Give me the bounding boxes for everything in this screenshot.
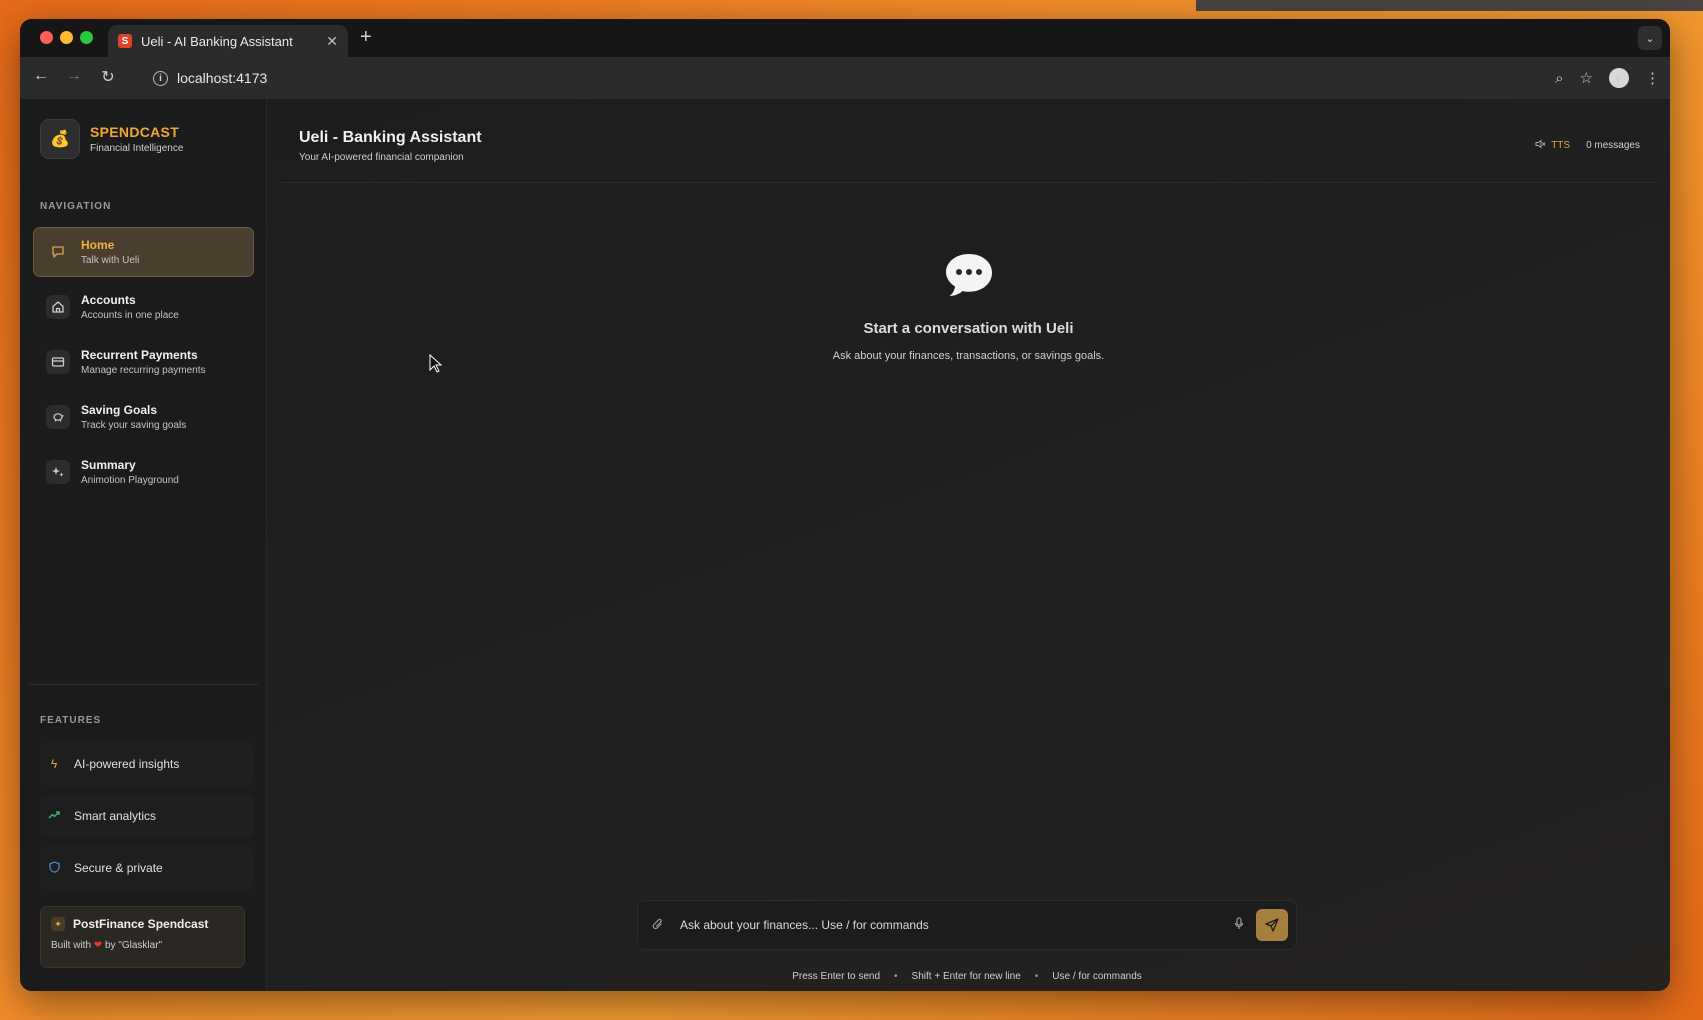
app-container: 💰 SPENDCAST Financial Intelligence NAVIG… (20, 99, 1670, 991)
tts-label: TTS (1551, 140, 1571, 151)
minimize-window-button[interactable] (60, 31, 73, 44)
paperclip-icon[interactable] (652, 917, 668, 934)
feature-label: AI-powered insights (74, 757, 180, 771)
navigation-label: NAVIGATION (40, 201, 112, 212)
speaker-icon (1535, 139, 1546, 152)
message-count: 0 messages (1586, 140, 1640, 151)
favicon-icon: S (118, 34, 132, 48)
nav-subtitle: Track your saving goals (81, 420, 187, 431)
page-subtitle: Your AI-powered financial companion (299, 152, 464, 163)
money-bag-icon: 💰 (40, 119, 80, 159)
sidebar-item-saving-goals[interactable]: Saving Goals Track your saving goals (33, 392, 254, 442)
sidebar: 💰 SPENDCAST Financial Intelligence NAVIG… (20, 99, 267, 991)
shield-icon (47, 860, 61, 876)
feature-label: Secure & private (74, 861, 163, 875)
feature-label: Smart analytics (74, 809, 157, 823)
lightning-icon: ϟ (50, 757, 58, 771)
footer-title: PostFinance Spendcast (73, 917, 209, 931)
feature-item: ϟ AI-powered insights (40, 742, 254, 786)
empty-state-subtitle: Ask about your finances, transactions, o… (832, 350, 1105, 362)
nav-subtitle: Animotion Playground (81, 475, 179, 486)
empty-state-title: Start a conversation with Ueli (863, 320, 1074, 337)
header-actions: TTS 0 messages (1535, 139, 1640, 152)
nav-title: Accounts (81, 293, 136, 307)
main-panel: Ueli - Banking Assistant Your AI-powered… (267, 99, 1670, 991)
trend-up-icon (47, 809, 61, 823)
nav-subtitle: Talk with Ueli (81, 255, 140, 266)
browser-window: S Ueli - AI Banking Assistant ✕ + ⌄ ← → … (20, 19, 1670, 991)
footer-credit: Built with ❤ by "Glasklar" (51, 940, 234, 951)
sidebar-item-summary[interactable]: Summary Animotion Playground (33, 447, 254, 497)
browser-tab[interactable]: S Ueli - AI Banking Assistant ✕ (108, 25, 348, 57)
hint-separator: • (894, 971, 898, 982)
zoom-icon[interactable]: ⌕ (1555, 70, 1563, 87)
sidebar-item-accounts[interactable]: Accounts Accounts in one place (33, 282, 254, 332)
tab-strip: S Ueli - AI Banking Assistant ✕ + ⌄ (20, 19, 1670, 57)
hint-newline: Shift + Enter for new line (911, 971, 1021, 982)
background-strip (1196, 0, 1703, 11)
nav-title: Home (81, 238, 115, 252)
tab-title: Ueli - AI Banking Assistant (141, 33, 293, 49)
hint-separator: • (1034, 971, 1039, 982)
reload-icon[interactable]: ↻ (97, 67, 119, 87)
keyboard-hints: Press Enter to send • Shift + Enter for … (637, 971, 1297, 982)
heart-icon: ❤ (93, 940, 103, 951)
window-controls (40, 31, 93, 44)
brand-tagline: Financial Intelligence (90, 143, 184, 154)
site-info-icon[interactable]: i (153, 70, 168, 86)
new-tab-button[interactable]: + (360, 26, 372, 49)
send-button[interactable] (1256, 909, 1288, 941)
feature-item: Smart analytics (40, 794, 254, 838)
sidebar-item-recurrent-payments[interactable]: Recurrent Payments Manage recurring paym… (33, 337, 254, 387)
features-list: ϟ AI-powered insights Smart analytics Se… (40, 742, 254, 898)
url-text[interactable]: localhost:4173 (177, 70, 267, 86)
mouse-pointer-icon (429, 353, 443, 379)
back-arrow-icon[interactable]: ← (30, 67, 52, 85)
nav-title: Summary (81, 458, 136, 472)
chat-header: Ueli - Banking Assistant Your AI-powered… (299, 129, 482, 163)
browser-toolbar: ← → ↻ i localhost:4173 ⌕ ☆ ◐ ⋮ (20, 57, 1670, 99)
card-icon (46, 350, 70, 374)
message-composer (637, 900, 1297, 950)
bookmark-star-icon[interactable]: ☆ (1580, 69, 1593, 87)
sidebar-divider (28, 684, 258, 685)
forward-arrow-icon[interactable]: → (63, 67, 85, 85)
sparkles-icon (46, 460, 70, 484)
home-icon (46, 295, 70, 319)
brand: 💰 SPENDCAST Financial Intelligence (40, 119, 183, 159)
empty-state: Start a conversation with Ueli Ask about… (267, 249, 1670, 362)
chat-icon (46, 240, 70, 264)
footer-built-prefix: Built with (51, 940, 92, 951)
address-bar[interactable]: i localhost:4173 ⌕ ☆ ◐ ⋮ (133, 62, 1660, 94)
tab-search-dropdown-icon[interactable]: ⌄ (1638, 26, 1662, 50)
page-title: Ueli - Banking Assistant (299, 129, 482, 146)
header-divider (279, 182, 1658, 183)
footer-built-suffix: by "Glasklar" (104, 940, 163, 951)
nav-subtitle: Manage recurring payments (81, 365, 206, 376)
tab-close-icon[interactable]: ✕ (326, 33, 338, 50)
brand-name: SPENDCAST (90, 124, 180, 140)
nav-list: Home Talk with Ueli Accounts Accounts in… (33, 227, 254, 502)
close-window-button[interactable] (40, 31, 53, 44)
sparkles-icon: ✦ (51, 917, 65, 931)
speech-bubble-icon (942, 249, 996, 308)
nav-title: Saving Goals (81, 403, 158, 417)
tts-toggle[interactable]: TTS (1535, 139, 1570, 152)
message-input[interactable] (680, 918, 1234, 932)
hint-send: Press Enter to send (792, 971, 881, 982)
maximize-window-button[interactable] (80, 31, 93, 44)
features-label: FEATURES (40, 715, 102, 726)
nav-title: Recurrent Payments (81, 348, 198, 362)
piggy-bank-icon (46, 405, 70, 429)
feature-item: Secure & private (40, 846, 254, 890)
toolbar-actions: ⌕ ☆ ◐ ⋮ (1555, 68, 1660, 88)
microphone-icon[interactable] (1234, 917, 1244, 933)
more-menu-icon[interactable]: ⋮ (1645, 69, 1660, 87)
hint-commands: Use / for commands (1052, 971, 1142, 982)
footer-card: ✦ PostFinance Spendcast Built with ❤ by … (40, 906, 245, 968)
nav-subtitle: Accounts in one place (81, 310, 179, 321)
sidebar-item-home[interactable]: Home Talk with Ueli (33, 227, 254, 277)
profile-avatar-icon[interactable]: ◐ (1609, 68, 1629, 88)
